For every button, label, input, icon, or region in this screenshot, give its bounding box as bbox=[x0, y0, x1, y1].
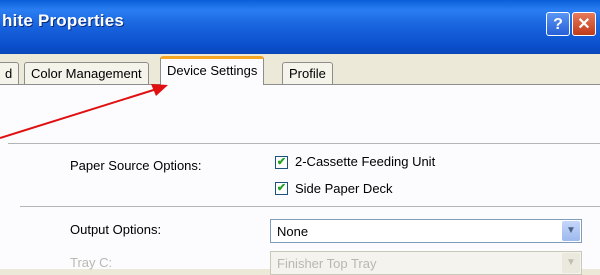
divider bbox=[8, 143, 600, 144]
close-button[interactable]: ✕ bbox=[572, 12, 596, 36]
window-title: hite Properties bbox=[2, 11, 125, 30]
paper-source-label: Paper Source Options: bbox=[70, 158, 202, 173]
divider bbox=[20, 206, 600, 207]
cassette-checkbox[interactable]: ✔ bbox=[275, 156, 288, 169]
tab-color-management[interactable]: Color Management bbox=[24, 62, 149, 84]
output-options-value: None bbox=[277, 224, 309, 239]
tray-c-value: Finisher Top Tray bbox=[277, 256, 377, 271]
side-deck-checkbox[interactable]: ✔ bbox=[275, 182, 288, 195]
chevron-down-icon: ▼ bbox=[562, 253, 580, 273]
cassette-checkbox-label[interactable]: 2-Cassette Feeding Unit bbox=[295, 154, 435, 169]
tab-device-settings[interactable]: Device Settings bbox=[160, 56, 265, 85]
output-options-label: Output Options: bbox=[70, 222, 162, 237]
help-button[interactable]: ? bbox=[546, 12, 570, 36]
chevron-down-icon[interactable]: ▼ bbox=[562, 221, 580, 241]
tab-profile[interactable]: Profile bbox=[282, 62, 333, 84]
tab-partial[interactable]: d bbox=[0, 62, 20, 84]
title-bar[interactable]: hite Properties ? ✕ bbox=[0, 0, 600, 54]
output-options-select[interactable]: None ▼ bbox=[270, 219, 582, 243]
side-deck-checkbox-label[interactable]: Side Paper Deck bbox=[295, 181, 393, 196]
tray-c-select: Finisher Top Tray ▼ bbox=[270, 251, 582, 275]
